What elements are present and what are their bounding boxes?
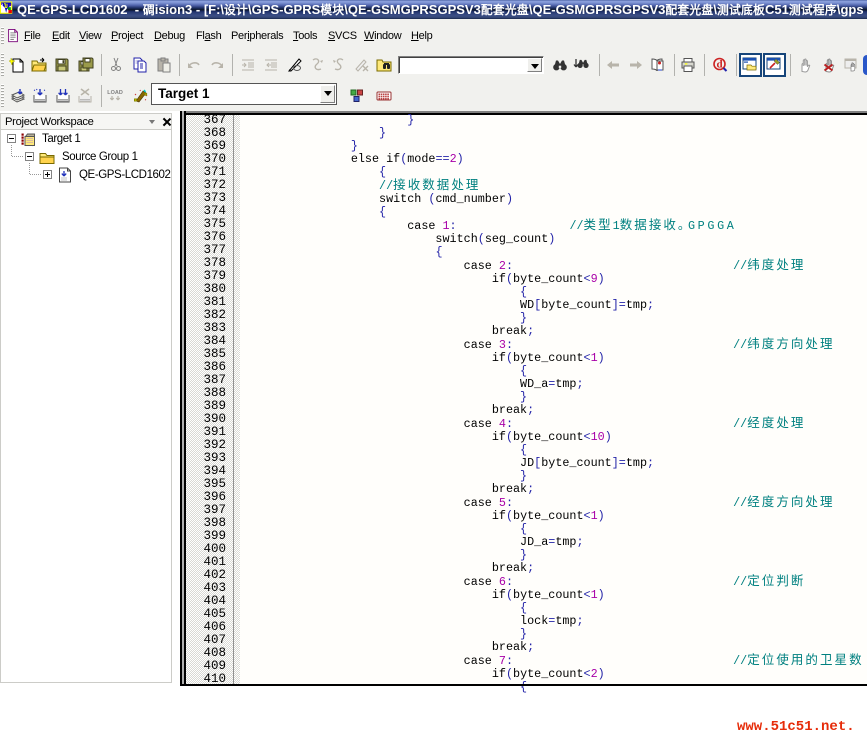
- svg-text:d: d: [716, 59, 722, 71]
- svg-text:LOAD: LOAD: [107, 90, 123, 96]
